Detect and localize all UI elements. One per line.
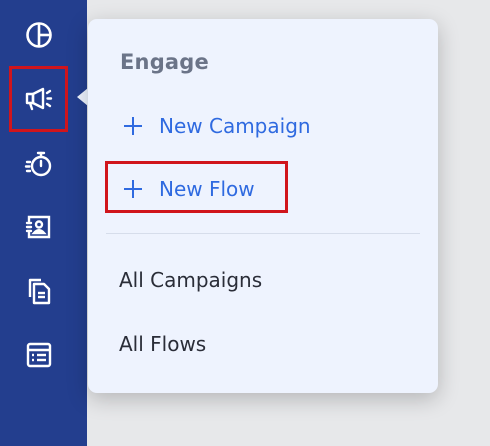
new-campaign-label: New Campaign <box>159 114 311 138</box>
new-flow-button[interactable]: New Flow <box>123 174 255 204</box>
plus-icon <box>124 180 142 198</box>
engage-menu: Engage New Campaign New Flow All Campaig… <box>88 19 438 393</box>
all-campaigns-link[interactable]: All Campaigns <box>119 268 262 292</box>
menu-divider <box>106 233 420 234</box>
all-flows-link[interactable]: All Flows <box>119 332 206 356</box>
plus-icon <box>124 117 142 135</box>
stopwatch-icon[interactable] <box>21 146 57 182</box>
pie-chart-icon[interactable] <box>21 17 57 53</box>
menu-pointer <box>77 88 88 106</box>
menu-title: Engage <box>120 50 209 74</box>
table-list-icon[interactable] <box>21 337 57 373</box>
new-campaign-button[interactable]: New Campaign <box>123 111 311 141</box>
new-flow-label: New Flow <box>159 177 255 201</box>
documents-icon[interactable] <box>21 273 57 309</box>
megaphone-icon[interactable] <box>21 81 57 117</box>
sidebar <box>0 0 87 446</box>
contact-card-icon[interactable] <box>21 209 57 245</box>
